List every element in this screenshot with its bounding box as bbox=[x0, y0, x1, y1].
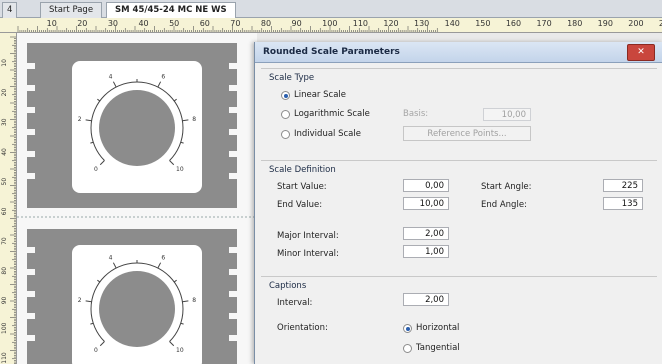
scale-type-group: Scale Type bbox=[261, 68, 657, 83]
ruler-label: 100 bbox=[322, 19, 337, 28]
orientation-label: Orientation: bbox=[277, 323, 328, 333]
tangential-orientation-radio[interactable] bbox=[403, 344, 412, 353]
start-value-field[interactable]: 0,00 bbox=[403, 179, 449, 192]
ruler-label: 150 bbox=[475, 19, 490, 28]
dial-label: 6 bbox=[161, 73, 165, 80]
scale-type-title: Scale Type bbox=[269, 73, 315, 83]
ruler-label: 110 bbox=[353, 19, 368, 28]
individual-scale-label: Individual Scale bbox=[294, 129, 361, 139]
ruler-label: 10 bbox=[47, 19, 57, 28]
caption-interval-label: Interval: bbox=[277, 298, 313, 308]
captions-group: Captions bbox=[261, 276, 657, 291]
ruler-label: 60 bbox=[200, 19, 210, 28]
dial-label: 8 bbox=[192, 116, 196, 123]
ruler-label: 140 bbox=[445, 19, 460, 28]
start-angle-label: Start Angle: bbox=[481, 182, 532, 192]
ruler-ticks-vertical: 10 20 30 40 50 60 70 80 90 100 110 bbox=[1, 36, 16, 364]
ruler-label: 10 bbox=[1, 59, 8, 67]
vertical-ruler: 10 20 30 40 50 60 70 80 90 100 110 bbox=[0, 33, 17, 364]
logarithmic-scale-label: Logarithmic Scale bbox=[294, 109, 370, 119]
dial-label: 2 bbox=[78, 116, 82, 123]
ruler-label: 180 bbox=[567, 19, 582, 28]
dial-label: 10 bbox=[176, 166, 184, 173]
individual-scale-radio[interactable] bbox=[281, 130, 290, 139]
tangential-orientation-label: Tangential bbox=[416, 343, 460, 353]
ruler-label: 50 bbox=[169, 19, 179, 28]
drawing-canvas[interactable]: 0 2 4 6 8 10 0 2 4 6 8 10 bbox=[17, 33, 257, 364]
ruler-label: 170 bbox=[536, 19, 551, 28]
ruler-label: 70 bbox=[230, 19, 240, 28]
dial-label: 4 bbox=[109, 254, 113, 261]
close-icon[interactable]: ✕ bbox=[627, 44, 655, 61]
end-angle-field[interactable]: 135 bbox=[603, 197, 643, 210]
ruler-label: 60 bbox=[1, 207, 8, 215]
horizontal-ruler: 10 20 30 40 50 60 70 80 90 100 110 120 130 140 150 160 1… bbox=[0, 18, 662, 33]
ruler-label: 50 bbox=[1, 178, 8, 186]
tab-document[interactable]: SM 45/45-24 MC NE WS bbox=[106, 2, 236, 18]
scale-plate-1[interactable]: 0 2 4 6 8 10 bbox=[27, 43, 237, 208]
ruler-label: 80 bbox=[261, 19, 271, 28]
scale-definition-title: Scale Definition bbox=[269, 165, 336, 175]
ruler-label: 110 bbox=[1, 352, 8, 364]
ruler-label: 90 bbox=[292, 19, 302, 28]
ruler-label: 100 bbox=[1, 322, 8, 334]
canvas-drawing: 0 2 4 6 8 10 0 2 4 6 8 10 bbox=[17, 43, 257, 364]
dial-label: 8 bbox=[192, 297, 196, 304]
rounded-scale-parameters-dialog: Rounded Scale Parameters ✕ Scale Type Li… bbox=[254, 42, 662, 364]
dial-label: 0 bbox=[94, 347, 98, 354]
ruler-label: 20 bbox=[1, 89, 8, 97]
ruler-label: 90 bbox=[1, 296, 8, 304]
dialog-title-bar[interactable]: Rounded Scale Parameters ✕ bbox=[255, 42, 662, 63]
ruler-label: 70 bbox=[1, 237, 8, 245]
end-value-field[interactable]: 10,00 bbox=[403, 197, 449, 210]
start-value-label: Start Value: bbox=[277, 182, 327, 192]
ruler-label: 120 bbox=[383, 19, 398, 28]
ruler-label: 30 bbox=[1, 118, 8, 126]
tab-start-page[interactable]: Start Page bbox=[40, 2, 103, 18]
caption-interval-field[interactable]: 2,00 bbox=[403, 293, 449, 306]
ruler-label: 130 bbox=[414, 19, 429, 28]
dial-label: 0 bbox=[94, 166, 98, 173]
dial-label: 2 bbox=[78, 297, 82, 304]
ruler-label: 40 bbox=[138, 19, 148, 28]
ruler-label: 40 bbox=[1, 148, 8, 156]
ruler-label: 190 bbox=[598, 19, 613, 28]
dial-label: 6 bbox=[161, 254, 165, 261]
tab-overflow-stub[interactable]: 4 bbox=[2, 2, 18, 18]
minor-interval-label: Minor Interval: bbox=[277, 249, 339, 259]
end-value-label: End Value: bbox=[277, 200, 323, 210]
ruler-label: 30 bbox=[108, 19, 118, 28]
linear-scale-label: Linear Scale bbox=[294, 90, 346, 100]
ruler-label: 80 bbox=[1, 267, 8, 275]
dial-disc-2 bbox=[99, 271, 175, 347]
dial-label: 10 bbox=[176, 347, 184, 354]
minor-interval-field[interactable]: 1,00 bbox=[403, 245, 449, 258]
horizontal-orientation-label: Horizontal bbox=[416, 323, 460, 333]
document-tab-bar: 4 Start Page SM 45/45-24 MC NE WS bbox=[0, 0, 662, 18]
scale-plate-2[interactable]: 0 2 4 6 8 10 bbox=[27, 229, 237, 364]
dial-disc-1 bbox=[99, 90, 175, 166]
dial-label: 4 bbox=[109, 73, 113, 80]
start-angle-field[interactable]: 225 bbox=[603, 179, 643, 192]
major-interval-field[interactable]: 2,00 bbox=[403, 227, 449, 240]
dialog-title: Rounded Scale Parameters bbox=[263, 47, 400, 57]
captions-title: Captions bbox=[269, 281, 307, 291]
logarithmic-scale-radio[interactable] bbox=[281, 110, 290, 119]
ruler-ticks: 10 20 30 40 50 60 70 80 90 100 110 120 130 140 150 160 1… bbox=[17, 19, 662, 32]
scale-definition-group: Scale Definition bbox=[261, 160, 657, 175]
ruler-label: 160 bbox=[506, 19, 521, 28]
horizontal-orientation-radio[interactable] bbox=[403, 324, 412, 333]
end-angle-label: End Angle: bbox=[481, 200, 527, 210]
base-label: Basis: bbox=[403, 109, 429, 119]
linear-scale-radio[interactable] bbox=[281, 91, 290, 100]
ruler-label: 20 bbox=[77, 19, 87, 28]
major-interval-label: Major Interval: bbox=[277, 231, 339, 241]
reference-points-button[interactable]: Reference Points... bbox=[403, 126, 531, 141]
ruler-label: 200 bbox=[628, 19, 643, 28]
base-field[interactable]: 10,00 bbox=[483, 108, 531, 121]
